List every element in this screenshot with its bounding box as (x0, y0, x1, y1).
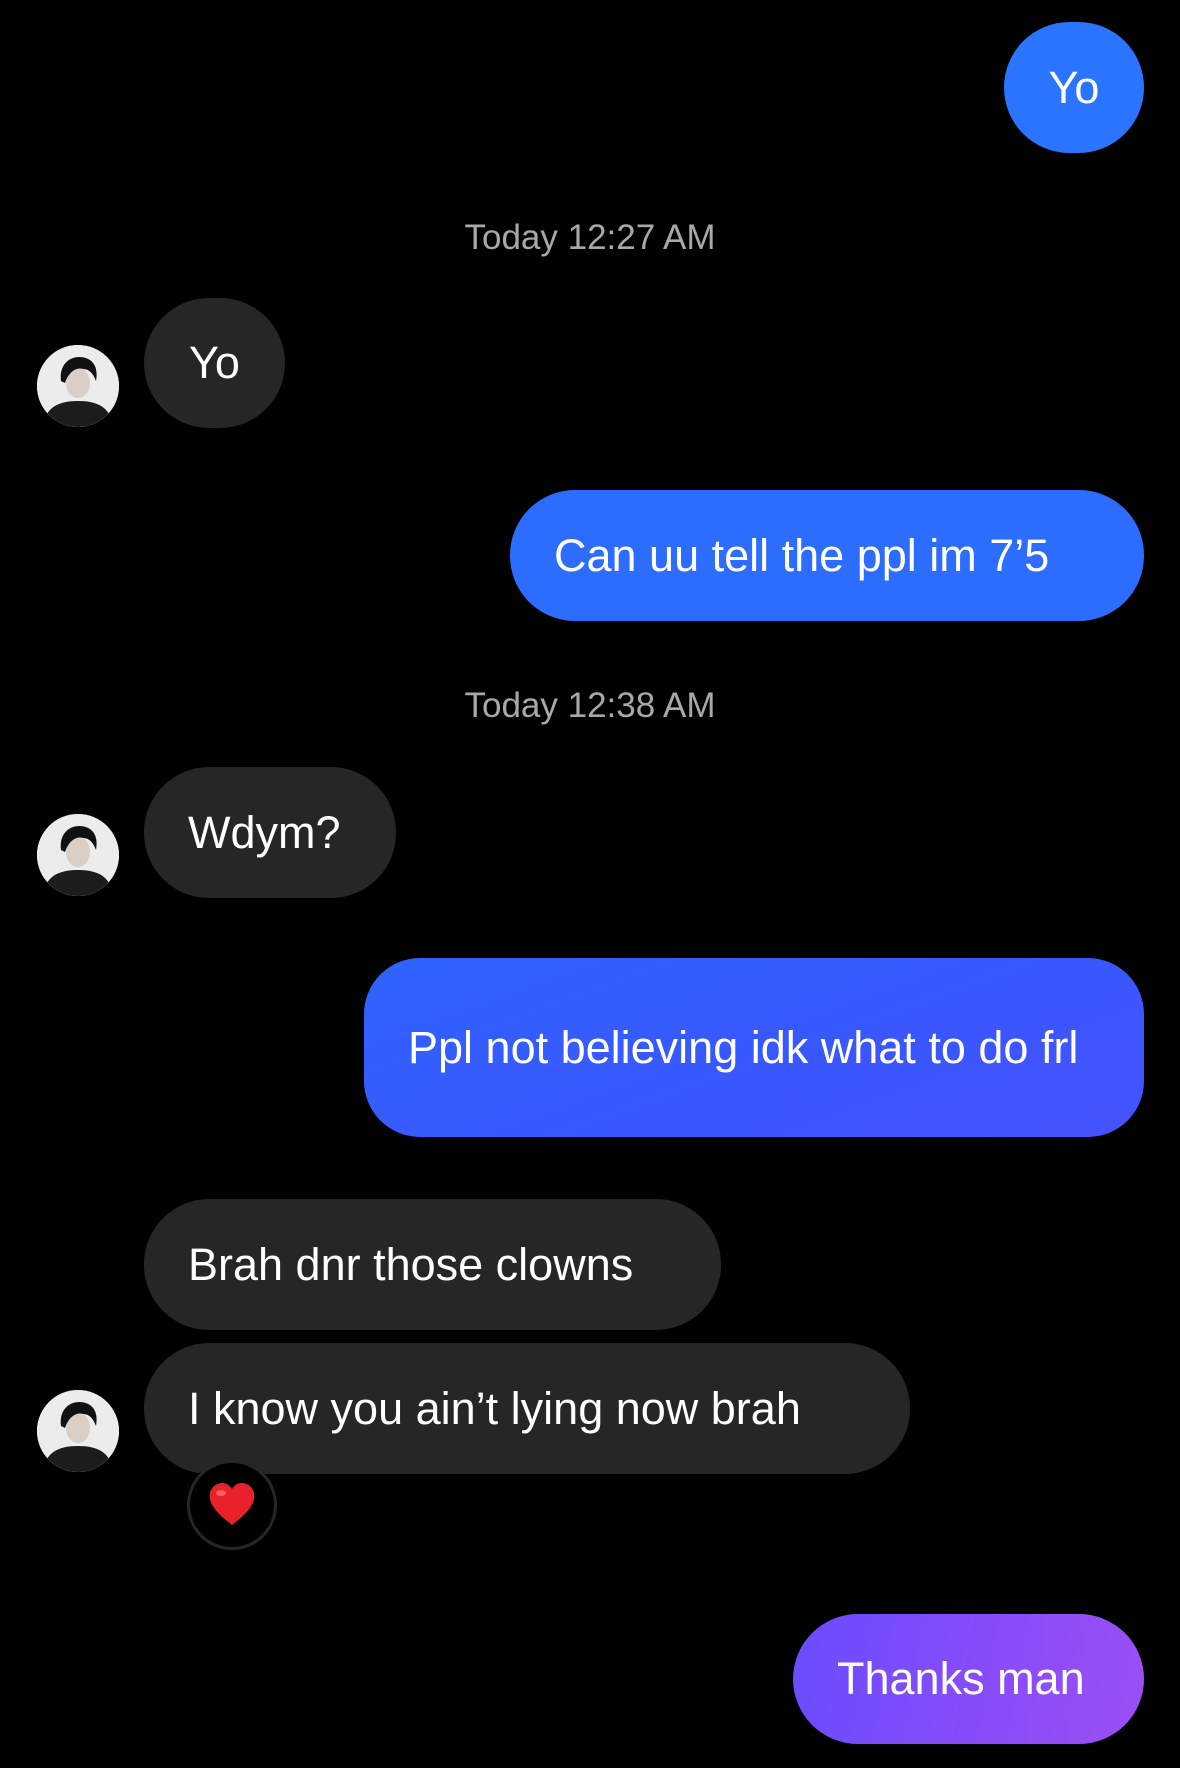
heart-icon (209, 1483, 255, 1525)
message-text: Yo (189, 337, 240, 388)
person-icon (37, 1390, 119, 1472)
message-text: Brah dnr those clowns (188, 1238, 634, 1290)
message-text: Wdym? (188, 806, 341, 858)
message-text: Thanks man (837, 1653, 1085, 1704)
person-icon (37, 814, 119, 896)
incoming-message[interactable]: Brah dnr those clowns (144, 1199, 721, 1330)
message-thread: Yo Today 12:27 AM Yo Can uu tell the ppl… (0, 0, 1180, 1768)
outgoing-message[interactable]: Ppl not believing idk what to do frl (364, 958, 1144, 1137)
incoming-message[interactable]: Yo (144, 298, 285, 428)
contact-avatar[interactable] (37, 814, 119, 896)
message-reaction[interactable] (187, 1460, 277, 1550)
outgoing-message[interactable]: Thanks man (793, 1614, 1144, 1744)
message-text: Yo (1048, 61, 1100, 113)
incoming-message[interactable]: I know you ain’t lying now brah (144, 1343, 910, 1474)
timestamp: Today 12:38 AM (464, 686, 716, 725)
message-text: I know you ain’t lying now brah (188, 1382, 801, 1434)
timestamp: Today 12:27 AM (464, 218, 716, 257)
person-icon (37, 345, 119, 427)
message-text: Ppl not believing idk what to do frl (408, 1021, 1079, 1073)
contact-avatar[interactable] (37, 345, 119, 427)
incoming-message[interactable]: Wdym? (144, 767, 396, 898)
contact-avatar[interactable] (37, 1390, 119, 1472)
outgoing-message[interactable]: Can uu tell the ppl im 7’5 (510, 490, 1144, 621)
outgoing-message[interactable]: Yo (1004, 22, 1144, 153)
message-text: Can uu tell the ppl im 7’5 (554, 529, 1050, 581)
